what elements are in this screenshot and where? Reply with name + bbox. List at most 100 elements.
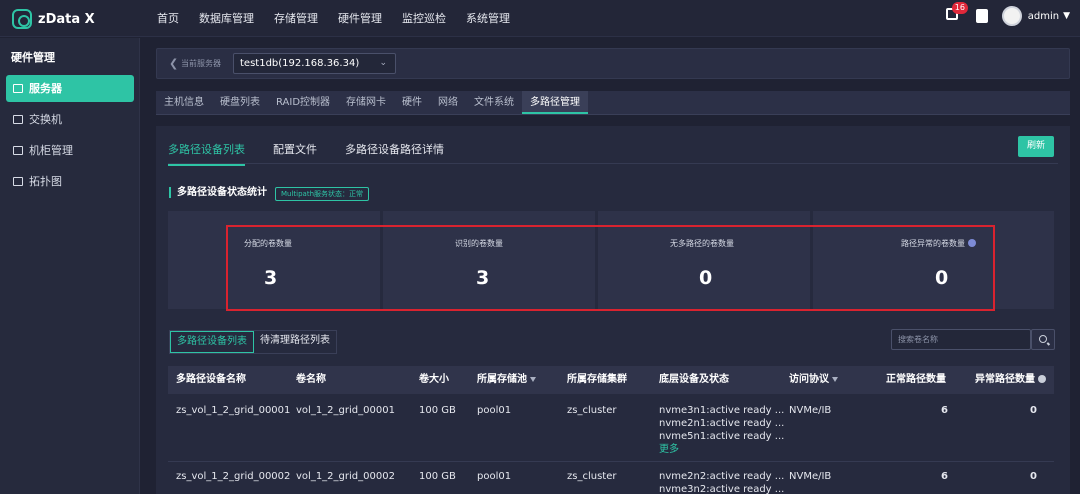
main-nav: 首页 数据库管理 存储管理 硬件管理 监控巡检 系统管理 xyxy=(157,0,530,37)
filter-icon xyxy=(832,377,838,382)
header-actions: 16 admin ▼ xyxy=(945,2,1070,26)
top-bar: zData X 首页 数据库管理 存储管理 硬件管理 监控巡检 系统管理 16 … xyxy=(0,0,1080,37)
col-size: 卷大小 xyxy=(419,374,449,385)
chevron-left-icon[interactable]: ❮ xyxy=(169,57,178,70)
logo-icon xyxy=(12,9,32,29)
hardware-tabs: 主机信息 硬盘列表 RAID控制器 存储网卡 硬件 网络 文件系统 多路径管理 xyxy=(156,91,1070,115)
divider xyxy=(168,163,1058,164)
tab-multipath[interactable]: 多路径管理 xyxy=(522,91,589,114)
nav-item-home[interactable]: 首页 xyxy=(157,0,179,37)
cell-device: zs_vol_1_2_grid_00002 xyxy=(176,471,291,482)
col-volume: 卷名称 xyxy=(296,374,326,385)
sidebar-item-server[interactable]: 服务器 xyxy=(6,75,134,102)
col-pool[interactable]: 所属存储池 xyxy=(477,366,536,394)
info-icon[interactable] xyxy=(1038,375,1046,383)
nav-item-hardware[interactable]: 硬件管理 xyxy=(338,0,382,37)
chevron-down-icon: ⌄ xyxy=(379,58,387,68)
search-icon xyxy=(1039,335,1047,343)
logo[interactable]: zData X xyxy=(12,9,95,29)
cabinet-icon xyxy=(13,146,23,155)
user-name[interactable]: admin xyxy=(1028,11,1059,22)
notification-button[interactable]: 16 xyxy=(945,2,968,24)
filter-icon xyxy=(530,377,536,382)
nav-item-monitor[interactable]: 监控巡检 xyxy=(402,0,446,37)
table-row[interactable]: zs_vol_1_2_grid_00001 vol_1_2_grid_00001… xyxy=(168,394,1054,462)
sidebar-item-label: 交换机 xyxy=(29,113,62,126)
col-abnormal: 异常路径数量 xyxy=(975,366,1046,394)
server-icon xyxy=(13,84,23,93)
topology-icon xyxy=(13,177,23,186)
col-abnormal-label: 异常路径数量 xyxy=(975,374,1035,385)
sidebar-item-label: 拓扑图 xyxy=(29,175,62,188)
server-select[interactable]: test1db(192.168.36.34) ⌄ xyxy=(233,53,396,74)
cell-cluster: zs_cluster xyxy=(567,471,617,482)
more-link[interactable]: 更多 xyxy=(659,443,679,456)
col-pool-label: 所属存储池 xyxy=(477,374,527,385)
sidebar-item-label: 机柜管理 xyxy=(29,144,73,157)
tab-cleanup-list[interactable]: 待清理路径列表 xyxy=(254,331,336,353)
tab-device-list[interactable]: 多路径设备列表 xyxy=(170,331,254,353)
cell-underlying-line: nvme3n2:active ready ... xyxy=(659,484,785,494)
tab-network[interactable]: 网络 xyxy=(430,91,466,114)
avatar[interactable] xyxy=(1001,6,1022,26)
col-protocol-label: 访问协议 xyxy=(789,374,829,385)
chevron-down-icon[interactable]: ▼ xyxy=(1063,11,1070,21)
search-field xyxy=(891,329,1031,350)
col-protocol[interactable]: 访问协议 xyxy=(789,366,838,394)
nav-item-database[interactable]: 数据库管理 xyxy=(199,0,254,37)
list-tabs: 多路径设备列表 待清理路径列表 xyxy=(169,330,337,354)
nav-item-system[interactable]: 系统管理 xyxy=(466,0,510,37)
highlight-frame xyxy=(226,225,995,311)
nav-item-storage[interactable]: 存储管理 xyxy=(274,0,318,37)
cell-protocol: NVMe/IB xyxy=(789,471,832,482)
cell-pool: pool01 xyxy=(477,471,512,482)
col-normal: 正常路径数量 xyxy=(886,374,946,385)
sidebar-item-cabinet[interactable]: 机柜管理 xyxy=(6,137,134,164)
sidebar-item-topology[interactable]: 拓扑图 xyxy=(6,168,134,195)
app-name: zData X xyxy=(38,11,95,27)
clipboard-icon[interactable] xyxy=(975,9,988,23)
tab-hardware[interactable]: 硬件 xyxy=(394,91,430,114)
search-button[interactable] xyxy=(1031,329,1055,350)
tab-host-info[interactable]: 主机信息 xyxy=(156,91,212,114)
cell-normal: 6 xyxy=(941,405,948,416)
tab-raid[interactable]: RAID控制器 xyxy=(268,91,338,114)
cell-pool: pool01 xyxy=(477,405,512,416)
server-select-value: test1db(192.168.36.34) xyxy=(240,58,360,69)
cell-device: zs_vol_1_2_grid_00001 xyxy=(176,405,291,416)
table-row[interactable]: zs_vol_1_2_grid_00002 vol_1_2_grid_00002… xyxy=(168,462,1054,494)
tab-filesystem[interactable]: 文件系统 xyxy=(466,91,522,114)
server-label: 当前服务器 xyxy=(181,59,221,68)
cell-protocol: NVMe/IB xyxy=(789,405,832,416)
status-badge: Multipath服务状态：正常 xyxy=(275,187,370,201)
cell-normal: 6 xyxy=(941,471,948,482)
sidebar-title: 硬件管理 xyxy=(11,51,55,64)
server-bar: ❮ 当前服务器 test1db(192.168.36.34) ⌄ xyxy=(156,48,1070,79)
switch-icon xyxy=(13,115,23,124)
col-cluster: 所属存储集群 xyxy=(567,374,627,385)
cell-size: 100 GB xyxy=(419,471,456,482)
section-title: 多路径设备状态统计 xyxy=(169,187,267,198)
col-device: 多路径设备名称 xyxy=(176,374,246,385)
cell-abnormal: 0 xyxy=(1030,471,1037,482)
tab-storage-nic[interactable]: 存储网卡 xyxy=(338,91,394,114)
cell-underlying-line: nvme5n1:active ready ... xyxy=(659,431,785,442)
col-underlying: 底层设备及状态 xyxy=(659,374,729,385)
notification-badge: 16 xyxy=(951,2,968,14)
cell-abnormal: 0 xyxy=(1030,405,1037,416)
cell-cluster: zs_cluster xyxy=(567,405,617,416)
search-input[interactable] xyxy=(892,330,1022,349)
device-table: 多路径设备名称 卷名称 卷大小 所属存储池 所属存储集群 底层设备及状态 访问协… xyxy=(168,366,1054,494)
sidebar-item-label: 服务器 xyxy=(29,82,62,95)
sidebar-item-switch[interactable]: 交换机 xyxy=(6,106,134,133)
table-header: 多路径设备名称 卷名称 卷大小 所属存储池 所属存储集群 底层设备及状态 访问协… xyxy=(168,366,1054,394)
tab-disk-list[interactable]: 硬盘列表 xyxy=(212,91,268,114)
sidebar: 硬件管理 服务器 交换机 机柜管理 拓扑图 xyxy=(0,38,140,494)
cell-size: 100 GB xyxy=(419,405,456,416)
cell-underlying-line: nvme2n2:active ready ... xyxy=(659,471,785,482)
cell-underlying-line: nvme2n1:active ready ... xyxy=(659,418,785,429)
cell-volume: vol_1_2_grid_00001 xyxy=(296,405,395,416)
cell-underlying-line: nvme3n1:active ready ... xyxy=(659,405,785,416)
cell-volume: vol_1_2_grid_00002 xyxy=(296,471,395,482)
refresh-button[interactable]: 刷新 xyxy=(1018,136,1054,157)
